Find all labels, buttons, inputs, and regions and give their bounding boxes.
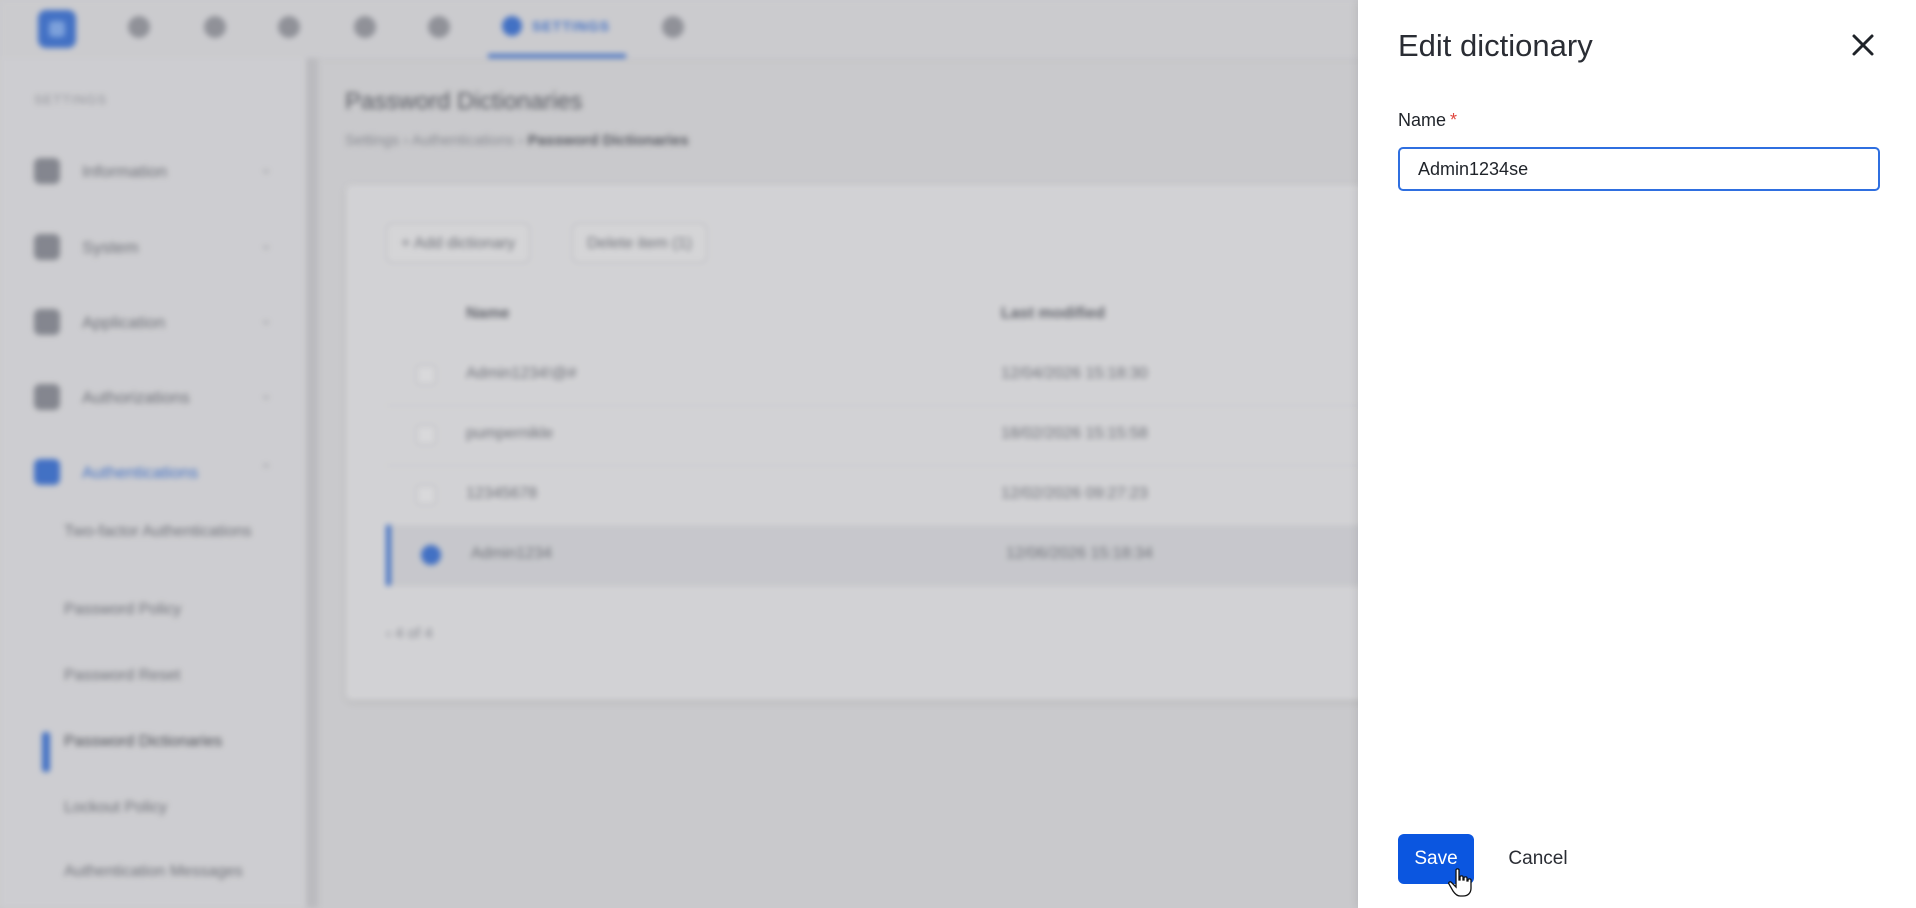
required-indicator: * [1450,110,1458,130]
name-label-text: Name [1398,110,1447,130]
edit-dictionary-drawer: Edit dictionary Name* Save Cancel [1358,0,1916,908]
close-icon[interactable] [1846,28,1880,62]
drawer-title: Edit dictionary [1398,28,1593,63]
modal-overlay[interactable] [0,0,1358,908]
cancel-button[interactable]: Cancel [1498,834,1578,884]
hand-cursor-icon [1448,868,1472,897]
name-input[interactable] [1398,147,1880,191]
name-field-label: Name * [1398,110,1457,131]
